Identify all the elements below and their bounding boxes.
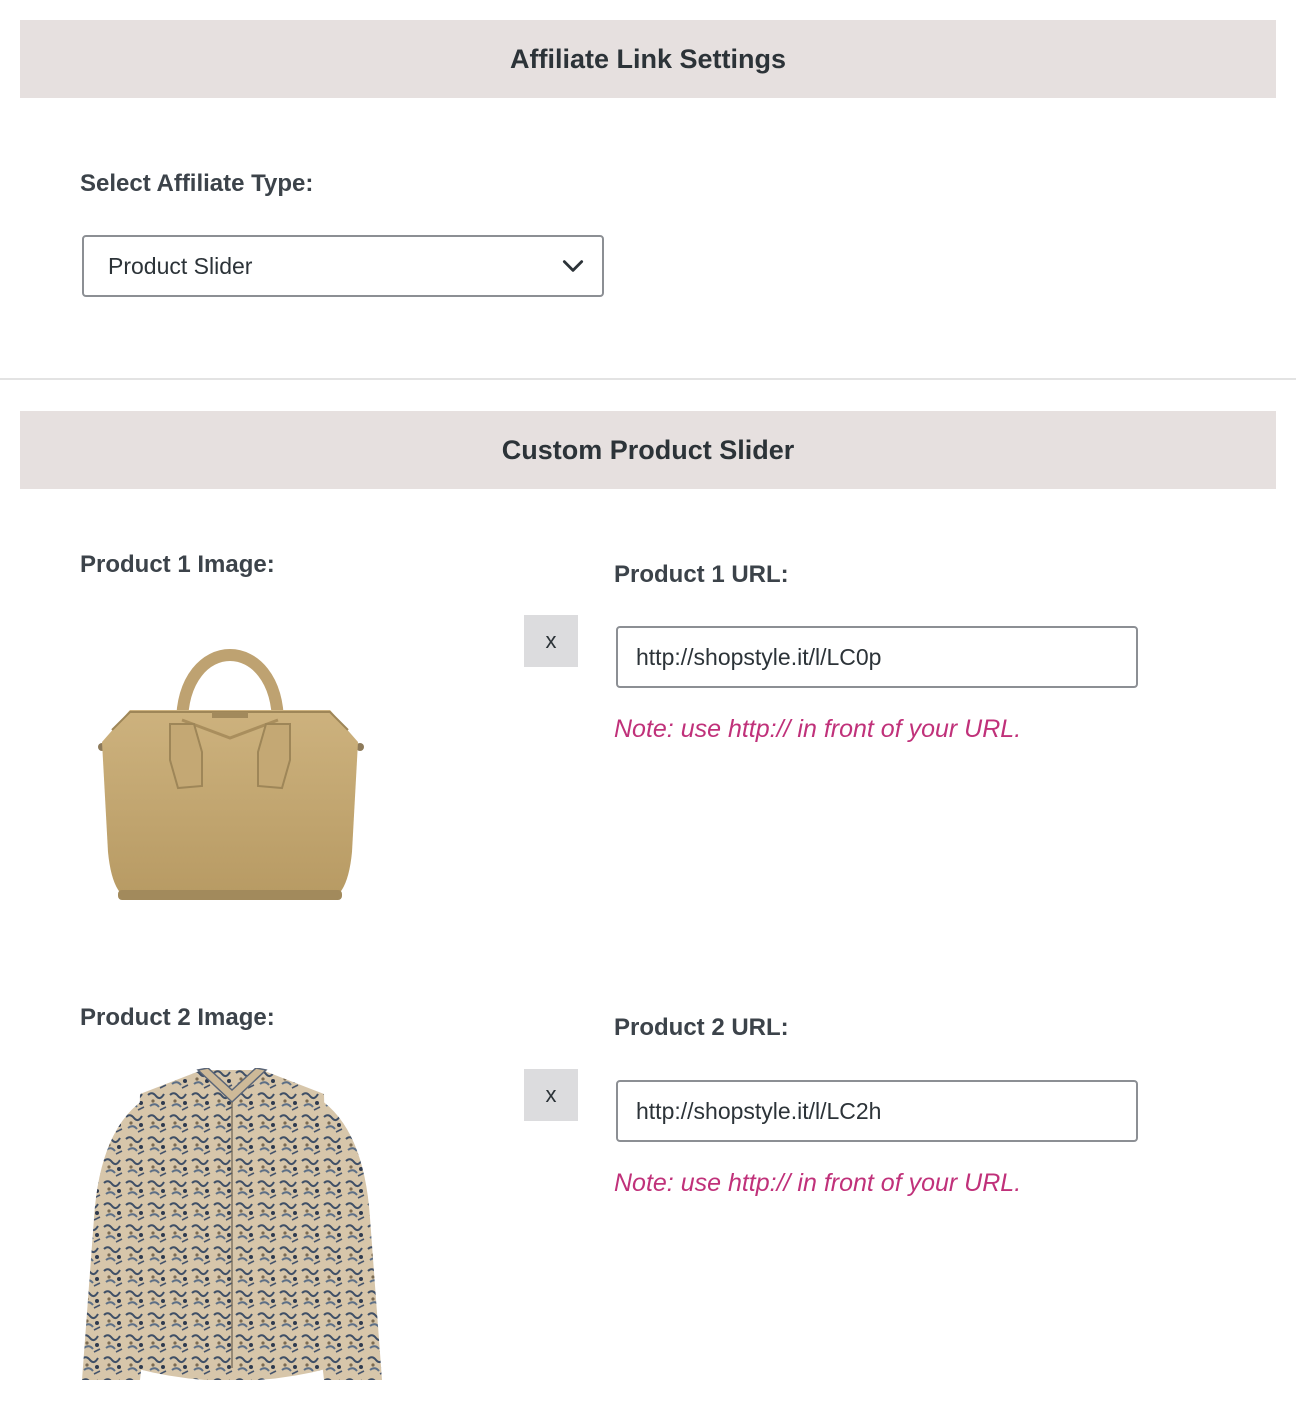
affiliate-type-select[interactable]: Product Slider xyxy=(82,235,604,297)
remove-product-1-image-button[interactable]: x xyxy=(524,615,578,667)
affiliate-type-selected-value: Product Slider xyxy=(108,252,253,279)
affiliate-settings-header: Affiliate Link Settings xyxy=(20,20,1276,98)
remove-product-2-image-button[interactable]: x xyxy=(524,1069,578,1121)
product-1-image-label: Product 1 Image: xyxy=(80,551,275,578)
blouse-icon xyxy=(82,1068,382,1380)
select-affiliate-type-label: Select Affiliate Type: xyxy=(80,170,314,197)
product-2-url-label: Product 2 URL: xyxy=(614,1014,789,1041)
section-divider xyxy=(0,378,1296,380)
handbag-icon xyxy=(98,649,364,900)
affiliate-settings-title: Affiliate Link Settings xyxy=(509,43,787,74)
chevron-down-icon xyxy=(562,260,584,272)
product-1-url-note: Note: use http:// in front of your URL. xyxy=(614,715,1022,743)
custom-slider-title: Custom Product Slider xyxy=(501,434,795,465)
product-2-image[interactable] xyxy=(80,1068,384,1380)
product-2-url-input[interactable] xyxy=(616,1080,1138,1142)
custom-slider-header: Custom Product Slider xyxy=(20,411,1276,489)
product-2-image-label: Product 2 Image: xyxy=(80,1004,275,1031)
product-2-url-note: Note: use http:// in front of your URL. xyxy=(614,1169,1022,1197)
product-1-url-input[interactable] xyxy=(616,626,1138,688)
product-1-url-label: Product 1 URL: xyxy=(614,561,789,588)
product-1-image[interactable] xyxy=(90,612,370,912)
